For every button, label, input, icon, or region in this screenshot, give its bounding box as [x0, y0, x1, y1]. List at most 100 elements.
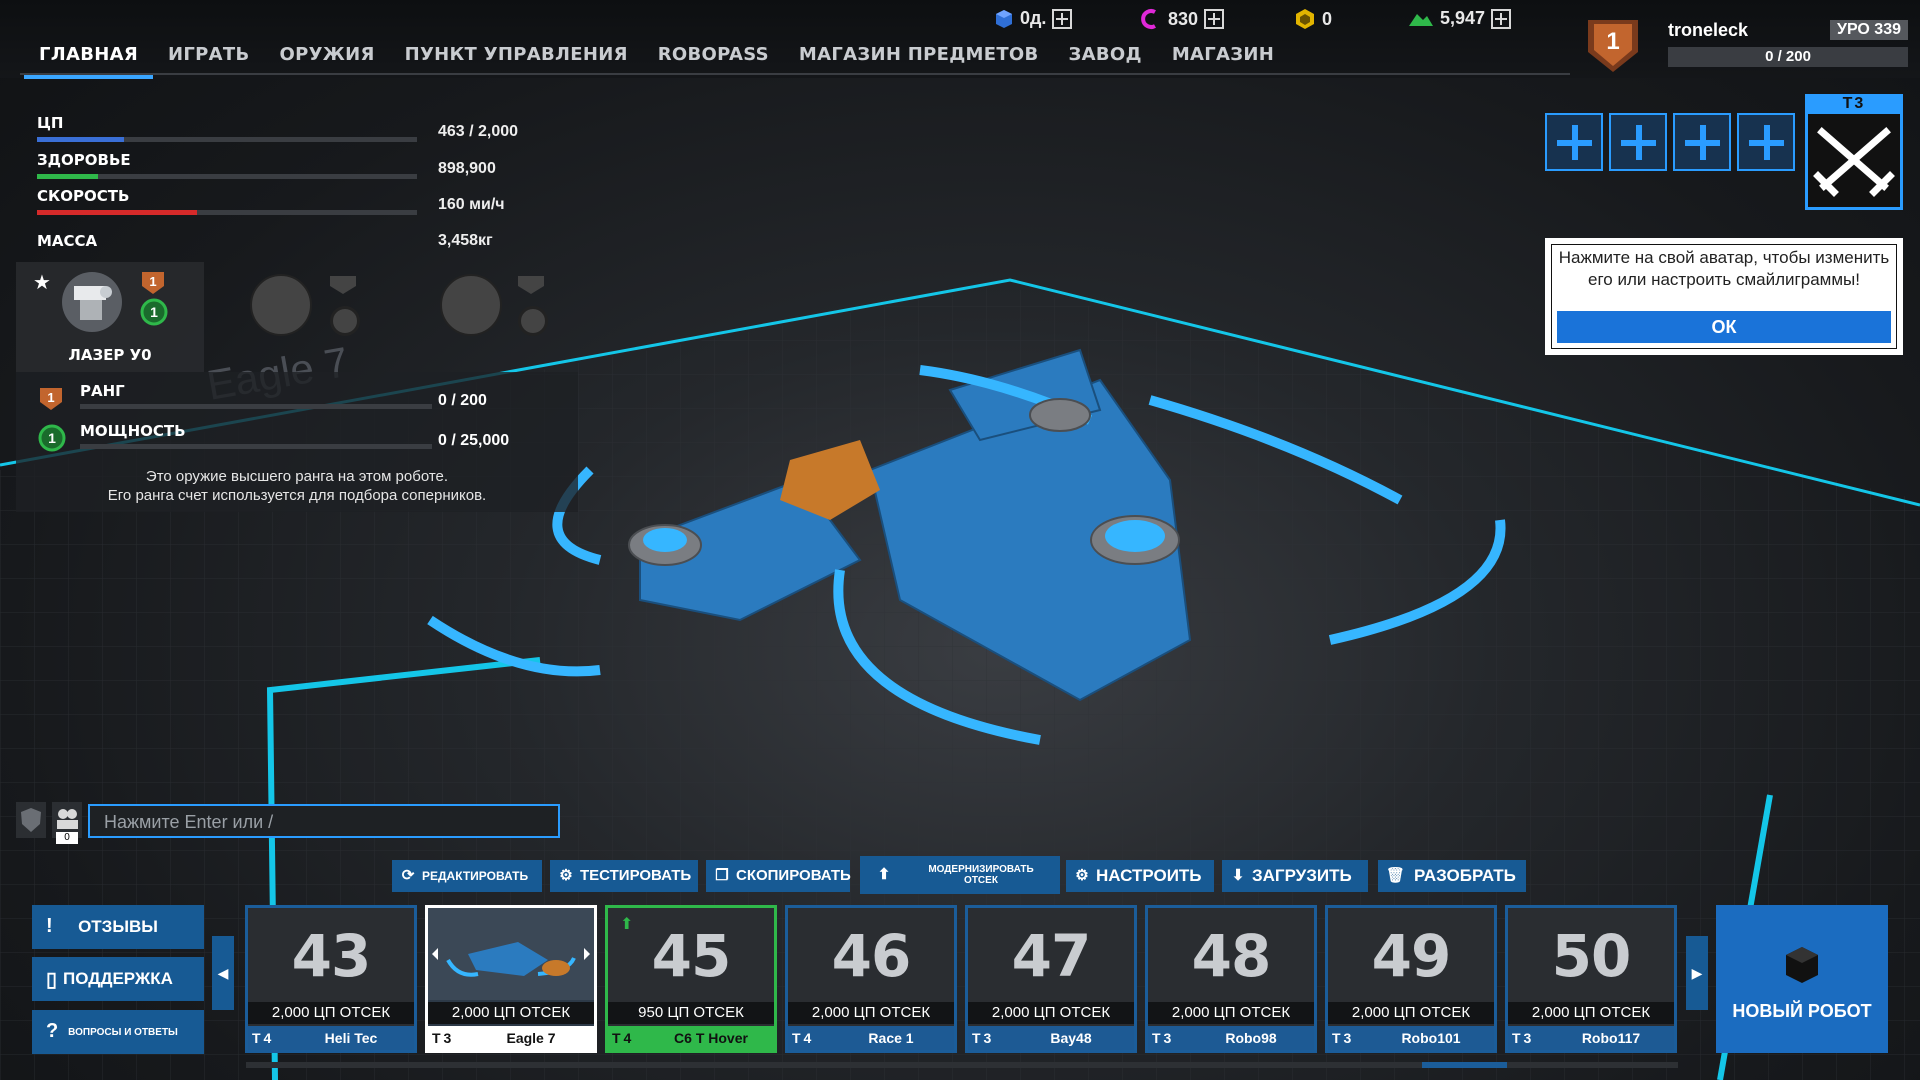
load-label: ЗАГРУЗИТЬ: [1252, 866, 1352, 885]
empty-slot-2-power-badge: [518, 306, 548, 336]
stat-health-bar: [37, 174, 417, 179]
robot-card-49[interactable]: 49 2,000 ЦП ОТСЕК Т3 Robo101: [1325, 905, 1497, 1053]
empty-weapon-slot-2[interactable]: [440, 274, 502, 336]
add-points-button[interactable]: [1052, 8, 1073, 29]
add-robits-button[interactable]: [1491, 8, 1512, 29]
rank-note-line-1: Это оружие высшего ранга на этом роботе.: [145, 468, 449, 485]
empty-slot-2-rank-badge: [518, 276, 544, 294]
currency-cosmetic: 830: [1140, 8, 1225, 30]
robot-name: Bay48: [1050, 1030, 1092, 1046]
robot-bay-number: 43: [291, 922, 372, 990]
robot-card-47[interactable]: 47 2,000 ЦП ОТСЕК Т3 Bay48: [965, 905, 1137, 1053]
robot-cpu: 2,000 ЦП ОТСЕК: [1148, 1002, 1314, 1024]
stat-mass-value: 3,458кг: [438, 232, 493, 249]
chat-input[interactable]: Нажмите Enter или /: [88, 804, 560, 838]
disassemble-button[interactable]: 🗑 РАЗОБРАТЬ: [1378, 860, 1526, 892]
currency-points: 0д.: [994, 8, 1073, 29]
feedback-button[interactable]: ! ОТЗЫВЫ: [32, 905, 204, 949]
stat-cpu-label: ЦП: [37, 114, 64, 132]
plus-icon-bar: [1749, 140, 1784, 146]
test-button[interactable]: ⚙ ТЕСТИРОВАТЬ: [550, 860, 698, 892]
empty-slot-1-rank-badge: [330, 276, 356, 294]
copy-icon: ❐: [715, 867, 729, 884]
robot-footer: Т4 C6 T Hover: [608, 1026, 774, 1050]
stat-health-value: 898,900: [438, 160, 496, 177]
new-robot-label: НОВЫЙ РОБОТ: [1732, 1001, 1872, 1021]
tooltip-text: Нажмите на свой аватар, чтобы изменить е…: [1558, 248, 1890, 289]
rank-bar: [80, 404, 432, 409]
clan-chat-button[interactable]: [16, 802, 46, 838]
stat-speed-bar: [37, 210, 417, 215]
stat-health-fill: [37, 174, 98, 179]
weapon-panel[interactable]: ★ 1 1 ЛАЗЕР У0: [16, 262, 204, 372]
configure-button[interactable]: ⚙ НАСТРОИТЬ: [1066, 860, 1214, 892]
carousel-next-button[interactable]: ▶: [1686, 936, 1708, 1010]
disassemble-label: РАЗОБРАТЬ: [1414, 866, 1516, 885]
laser-weapon-icon: [62, 272, 122, 332]
robot-card-46[interactable]: 46 2,000 ЦП ОТСЕК Т4 Race 1: [785, 905, 957, 1053]
empty-weapon-slot-1[interactable]: [250, 274, 312, 336]
robot-cpu: 2,000 ЦП ОТСЕК: [968, 1002, 1134, 1024]
power-value: 0 / 25,000: [438, 432, 510, 449]
robot-card-48[interactable]: 48 2,000 ЦП ОТСЕК Т3 Robo98: [1145, 905, 1317, 1053]
empty-slot-4[interactable]: [1737, 113, 1795, 171]
crossed-swords-icon: [1813, 127, 1895, 197]
robot-footer: Т3 Robo98: [1148, 1026, 1314, 1050]
nav-divider: [20, 73, 1570, 75]
weapon-power-badge: 1: [140, 298, 168, 326]
party-chat-button[interactable]: 0: [52, 802, 82, 844]
empty-slot-3[interactable]: [1673, 113, 1731, 171]
upgrade-label: МОДЕРНИЗИРОВАТЬ ОТСЕК: [928, 864, 1034, 886]
robot-tier: Т4: [612, 1030, 635, 1046]
stat-speed-fill: [37, 210, 197, 215]
copy-button[interactable]: ❐ СКОПИРОВАТЬ: [706, 860, 851, 892]
robot-cpu: 2,000 ЦП ОТСЕК: [248, 1002, 414, 1024]
add-cosmetic-button[interactable]: [1204, 9, 1225, 29]
robot-tier: Т3: [432, 1030, 455, 1046]
new-robot-button[interactable]: НОВЫЙ РОБОТ: [1716, 905, 1888, 1053]
favorite-star-icon[interactable]: ★: [33, 270, 51, 295]
empty-slot-2[interactable]: [1609, 113, 1667, 171]
upgrade-bay-button[interactable]: ⬆ МОДЕРНИЗИРОВАТЬ ОТСЕК: [860, 856, 1060, 894]
robot-name: Eagle 7: [506, 1030, 556, 1046]
stat-cpu-value: 463 / 2,000: [438, 123, 519, 140]
robot-tier: Т3: [1152, 1030, 1175, 1046]
robits-value: 5,947: [1440, 8, 1486, 28]
empty-slot-1[interactable]: [1545, 113, 1603, 171]
currency-robits: 5,947: [1408, 8, 1512, 29]
robot-card-selected[interactable]: 2,000 ЦП ОТСЕК Т3 Eagle 7: [425, 905, 597, 1053]
support-button[interactable]: ▯ ПОДДЕРЖКА: [32, 957, 204, 1001]
carousel-scroll-thumb[interactable]: [1422, 1062, 1507, 1068]
edit-icon: ⟳: [401, 867, 415, 884]
stat-mass-label: МАССА: [37, 232, 98, 250]
robot-card-50[interactable]: 50 2,000 ЦП ОТСЕК Т3 Robo117: [1505, 905, 1677, 1053]
test-label: ТЕСТИРОВАТЬ: [580, 867, 692, 884]
rank-panel-rank-badge-number: 1: [47, 390, 54, 405]
carousel-prev-button[interactable]: ◀: [212, 936, 234, 1010]
stat-health-label: ЗДОРОВЬЕ: [37, 151, 131, 169]
robot-cpu: 2,000 ЦП ОТСЕК: [1328, 1002, 1494, 1024]
robot-card-45[interactable]: ⬆ 45 950 ЦП ОТСЕК Т4 C6 T Hover: [605, 905, 777, 1053]
power-badge-icon: 1: [38, 424, 66, 452]
robot-name: Robo117: [1581, 1030, 1641, 1046]
carousel-scrollbar[interactable]: [246, 1062, 1678, 1068]
player-name[interactable]: troneleck: [1668, 20, 1748, 41]
rank-label: РАНГ: [80, 382, 125, 400]
player-rank-number: 1: [1606, 28, 1620, 55]
player-rank-badge[interactable]: 1: [1584, 14, 1642, 76]
robot-cpu: 2,000 ЦП ОТСЕК: [1508, 1002, 1674, 1024]
load-button[interactable]: ⬇ ЗАГРУЗИТЬ: [1222, 860, 1368, 892]
robot-footer: Т3 Robo117: [1508, 1026, 1674, 1050]
edit-label: РЕДАКТИРОВАТЬ: [422, 869, 529, 883]
edit-button[interactable]: ⟳ РЕДАКТИРОВАТЬ: [392, 860, 542, 892]
player-xp-bar: 0 / 200: [1668, 47, 1908, 67]
faq-label: ВОПРОСЫ И ОТВЕТЫ: [68, 1027, 178, 1038]
robot-name: Race 1: [868, 1030, 914, 1046]
robot-footer: Т4 Race 1: [788, 1026, 954, 1050]
feedback-label: ОТЗЫВЫ: [78, 917, 158, 936]
copy-label: СКОПИРОВАТЬ: [736, 867, 851, 884]
stat-cpu-fill: [37, 137, 125, 142]
robot-card-43[interactable]: 43 2,000 ЦП ОТСЕК Т4 Heli Tec: [245, 905, 417, 1053]
tooltip-ok-button[interactable]: ОК: [1557, 311, 1891, 343]
faq-button[interactable]: ? ВОПРОСЫ И ОТВЕТЫ: [32, 1010, 204, 1054]
